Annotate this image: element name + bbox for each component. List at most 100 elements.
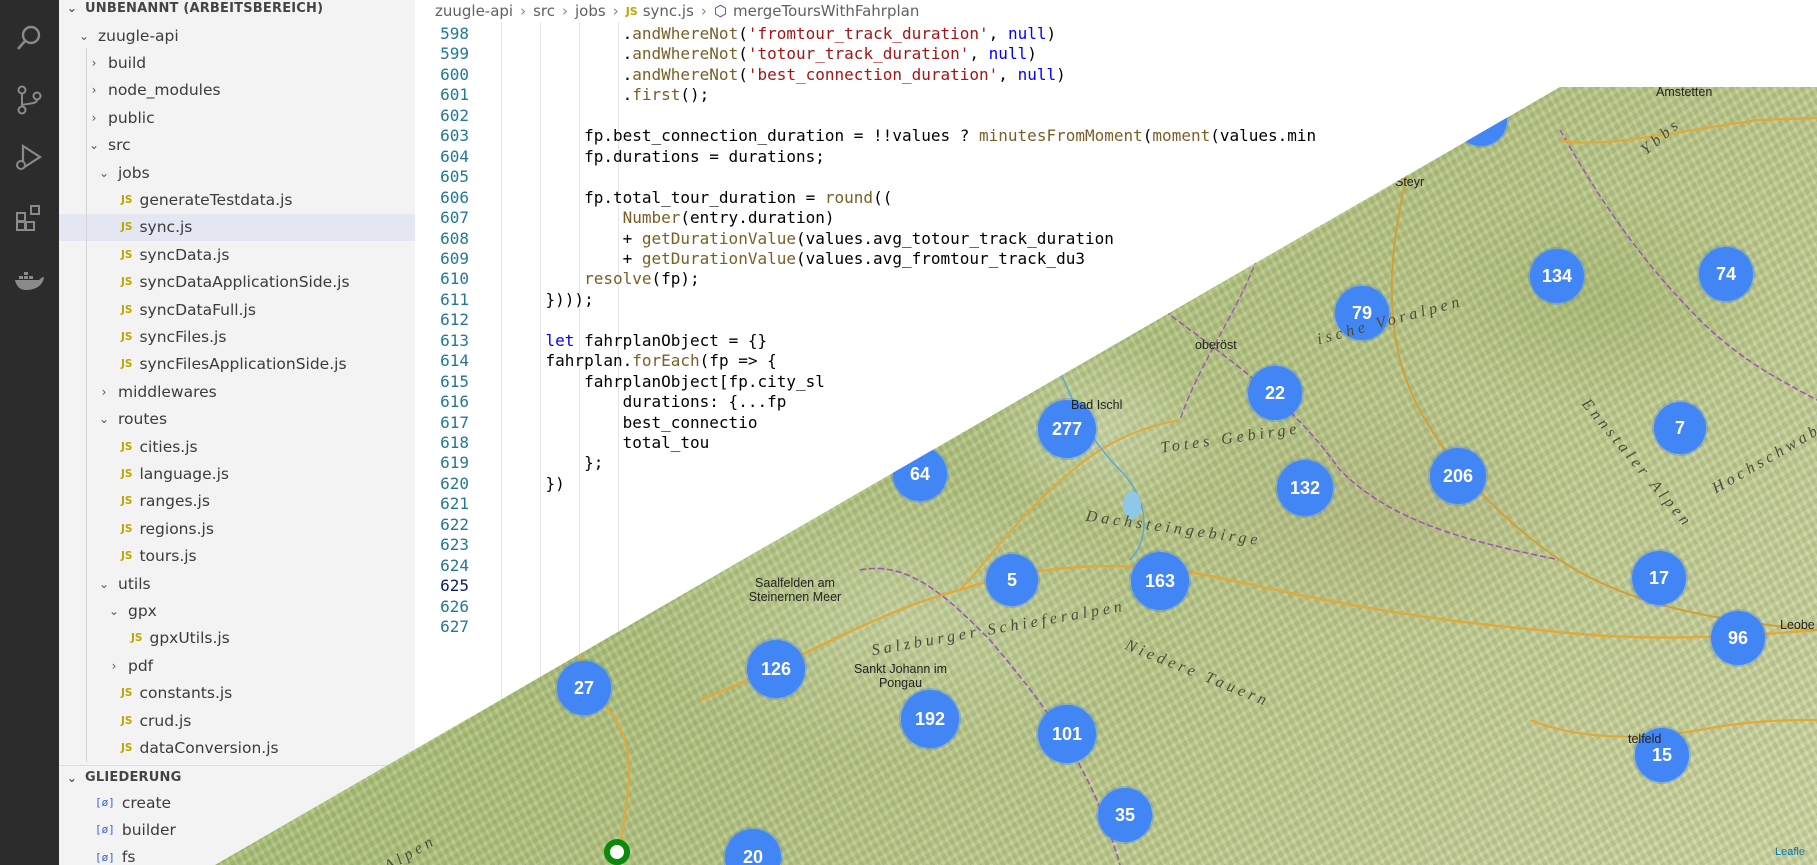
cluster-marker[interactable]: 163 (1131, 552, 1189, 610)
tree-folder[interactable]: ⌄ gpx (59, 597, 415, 624)
code-line[interactable]: }) (507, 472, 565, 496)
tree-item-label: cities.js (139, 437, 198, 456)
cluster-marker[interactable]: 134 (1530, 249, 1584, 303)
cluster-marker[interactable]: 192 (901, 690, 959, 748)
place-label: Sankt Johann im Pongau (853, 662, 948, 690)
breadcrumb-item[interactable]: src (533, 2, 555, 20)
tree-folder[interactable]: ⌄ src (59, 132, 415, 159)
tree-item-label: syncDataApplicationSide.js (139, 273, 350, 292)
tree-file[interactable]: JS regions.js (59, 515, 415, 542)
chevron-down-icon: ⌄ (66, 1, 78, 15)
cluster-marker[interactable]: 96 (1711, 611, 1765, 665)
tree-item-label: syncDataFull.js (139, 300, 256, 319)
cluster-marker[interactable]: 35 (1098, 788, 1152, 842)
code-line[interactable]: .first(); (507, 83, 710, 107)
place-label: Saalfelden am Steinernen Meer (748, 576, 842, 604)
tree-file[interactable]: JS constants.js (59, 680, 415, 707)
tree-file[interactable]: JS dataConversion.js (59, 734, 415, 761)
chevron-right-icon: › (612, 2, 619, 20)
place-label: Amstetten (1656, 85, 1713, 99)
variable-symbol-icon: [ø] (95, 796, 115, 809)
js-file-icon: JS (121, 330, 133, 343)
extensions-icon[interactable] (9, 198, 49, 238)
tree-file[interactable]: JS ranges.js (59, 488, 415, 515)
map-attribution[interactable]: Leafle (1775, 846, 1805, 858)
chevron-right-icon: › (91, 55, 97, 70)
tree-file[interactable]: JS syncFiles.js (59, 323, 415, 350)
tree-folder[interactable]: › public (59, 104, 415, 131)
tree-folder[interactable]: ⌄ jobs (59, 159, 415, 186)
breadcrumb: zuugle-api › src › jobs › JS sync.js › ⬡… (415, 0, 1817, 22)
tree-file[interactable]: JS gpxUtils.js (59, 625, 415, 652)
chevron-right-icon: › (562, 2, 569, 20)
cluster-marker[interactable]: 17 (1632, 551, 1686, 605)
tree-item-label: constants.js (139, 684, 233, 703)
run-debug-icon[interactable] (9, 137, 49, 177)
tree-file[interactable]: JS generateTestdata.js (59, 186, 415, 213)
tree-folder[interactable]: › build (59, 49, 415, 76)
line-number: 627 (440, 617, 469, 637)
tree-folder[interactable]: ⌄ utils (59, 570, 415, 597)
breadcrumb-item[interactable]: sync.js (643, 2, 694, 20)
tree-item-label: syncFilesApplicationSide.js (139, 355, 347, 374)
tree-folder[interactable]: ⌄ zuugle-api (59, 22, 415, 49)
cluster-marker[interactable]: 22 (1248, 366, 1302, 420)
source-control-icon[interactable] (9, 80, 49, 120)
code-line[interactable]: }))); (507, 288, 594, 312)
tree-item-label: ranges.js (139, 492, 210, 511)
chevron-down-icon: ⌄ (78, 28, 90, 43)
js-file-icon: JS (131, 632, 143, 645)
tree-file[interactable]: JS crud.js (59, 707, 415, 734)
js-file-icon: JS (121, 358, 133, 371)
tree-file[interactable]: JS syncData.js (59, 241, 415, 268)
tree-folder[interactable]: ⌄ routes (59, 406, 415, 433)
tree-folder[interactable]: › middlewares (59, 378, 415, 405)
tree-item-label: gpx (128, 601, 157, 620)
cluster-marker[interactable]: 27 (557, 661, 611, 715)
cluster-marker[interactable]: 126 (747, 640, 805, 698)
chevron-right-icon: › (101, 384, 107, 399)
tree-folder[interactable]: › pdf (59, 652, 415, 679)
docker-icon[interactable] (9, 260, 49, 300)
tree-item-label: sync.js (139, 218, 193, 237)
breadcrumb-item[interactable]: zuugle-api (435, 2, 513, 20)
workspace-header[interactable]: ⌄ UNBENANNT (ARBEITSBEREICH) (59, 0, 415, 19)
breadcrumb-item[interactable]: jobs (575, 2, 606, 20)
tree-file[interactable]: JS tours.js (59, 543, 415, 570)
tree-item-label: pdf (128, 656, 154, 675)
js-file-icon: JS (121, 303, 133, 316)
js-file-icon: JS (121, 248, 133, 261)
chevron-down-icon: ⌄ (98, 576, 110, 591)
place-label: telfeld (1628, 732, 1662, 746)
tree-file[interactable]: JS sync.js (59, 213, 415, 241)
js-file-icon: JS (121, 495, 133, 508)
tree-file[interactable]: JS syncDataApplicationSide.js (59, 269, 415, 296)
tree-item-label: routes (118, 410, 168, 429)
tree-item-label: language.js (139, 464, 229, 483)
tree-file[interactable]: JS syncDataFull.js (59, 296, 415, 323)
js-file-icon: JS (625, 4, 638, 18)
tree-item-label: crud.js (139, 711, 192, 730)
tree-folder[interactable]: › node_modules (59, 77, 415, 104)
tree-item-label: public (108, 108, 155, 127)
cluster-marker[interactable]: 206 (1430, 448, 1486, 504)
tree-file[interactable]: JS language.js (59, 460, 415, 487)
search-icon[interactable] (9, 18, 49, 58)
tree-item-label: generateTestdata.js (139, 190, 293, 209)
breadcrumb-item[interactable]: mergeToursWithFahrplan (733, 2, 919, 20)
tree-item-label: gpxUtils.js (149, 629, 230, 648)
js-file-icon: JS (121, 714, 133, 727)
tree-file[interactable]: JS cities.js (59, 433, 415, 460)
chevron-right-icon: › (91, 110, 97, 125)
cluster-marker[interactable]: 74 (1699, 247, 1753, 301)
cluster-marker[interactable]: 132 (1277, 460, 1333, 516)
js-file-icon: JS (121, 741, 133, 754)
code-line[interactable]: fp.durations = durations; (507, 145, 825, 169)
cluster-marker[interactable]: 5 (986, 554, 1038, 606)
cluster-marker[interactable]: 101 (1038, 705, 1096, 763)
cluster-marker[interactable]: 7 (1654, 402, 1706, 454)
tree-item-label: regions.js (139, 519, 214, 538)
chevron-right-icon: › (700, 2, 707, 20)
js-file-icon: JS (121, 440, 133, 453)
tree-file[interactable]: JS syncFilesApplicationSide.js (59, 351, 415, 378)
